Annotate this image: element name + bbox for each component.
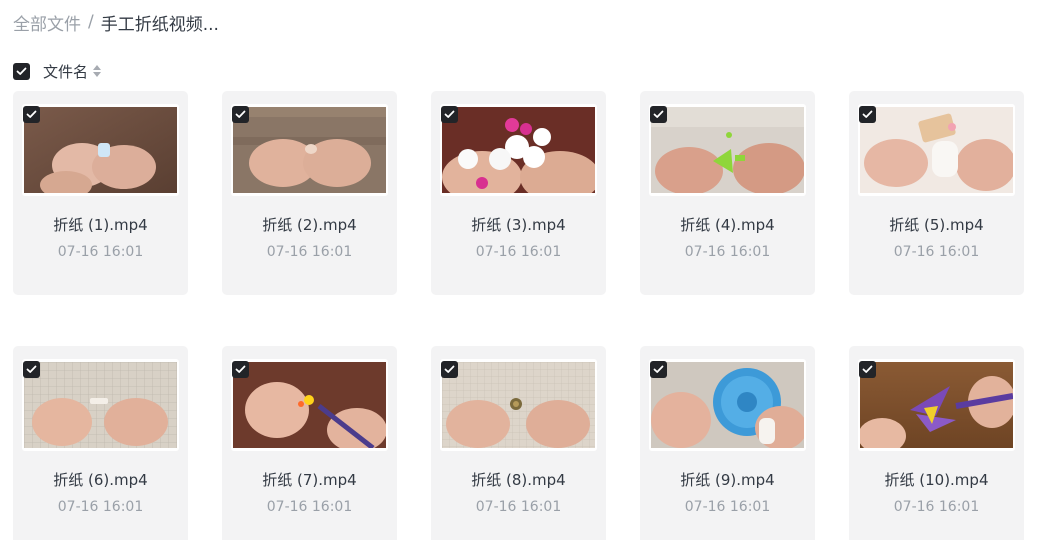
file-name: 折纸 (7).mp4 — [262, 471, 357, 489]
file-card[interactable]: 折纸 (3).mp4 07-16 16:01 — [431, 91, 606, 295]
check-icon — [444, 365, 455, 373]
file-browser-page: 全部文件 / 手工折纸视频... 文件名 折纸 (1).mp4 07-16 16… — [0, 0, 1050, 540]
video-thumbnail — [440, 359, 597, 451]
file-checkbox[interactable] — [23, 106, 40, 123]
file-checkbox[interactable] — [650, 361, 667, 378]
video-thumbnail — [649, 359, 806, 451]
file-card[interactable]: 折纸 (8).mp4 07-16 16:01 — [431, 346, 606, 540]
file-name: 折纸 (6).mp4 — [53, 471, 148, 489]
file-card[interactable]: 折纸 (4).mp4 07-16 16:01 — [640, 91, 815, 295]
file-date: 07-16 16:01 — [57, 244, 144, 260]
file-checkbox[interactable] — [650, 106, 667, 123]
video-thumbnail — [22, 104, 179, 196]
file-name: 折纸 (1).mp4 — [53, 216, 148, 234]
file-date: 07-16 16:01 — [475, 499, 562, 515]
file-checkbox[interactable] — [441, 361, 458, 378]
file-name: 折纸 (5).mp4 — [889, 216, 984, 234]
file-name: 折纸 (4).mp4 — [680, 216, 775, 234]
select-all-checkbox[interactable] — [13, 62, 30, 80]
file-checkbox[interactable] — [859, 106, 876, 123]
video-thumbnail — [858, 359, 1015, 451]
breadcrumb-root-link[interactable]: 全部文件 — [13, 10, 81, 35]
file-date: 07-16 16:01 — [475, 244, 562, 260]
file-checkbox[interactable] — [441, 106, 458, 123]
file-card[interactable]: 折纸 (7).mp4 07-16 16:01 — [222, 346, 397, 540]
file-date: 07-16 16:01 — [684, 244, 771, 260]
breadcrumb: 全部文件 / 手工折纸视频... — [13, 10, 219, 35]
file-name: 折纸 (9).mp4 — [680, 471, 775, 489]
file-card[interactable]: 折纸 (6).mp4 07-16 16:01 — [13, 346, 188, 540]
file-grid: 折纸 (1).mp4 07-16 16:01 折纸 (2).mp4 07-16 … — [13, 91, 1024, 540]
file-date: 07-16 16:01 — [266, 499, 353, 515]
file-name: 折纸 (3).mp4 — [471, 216, 566, 234]
check-icon — [235, 110, 246, 118]
video-thumbnail — [22, 359, 179, 451]
file-date: 07-16 16:01 — [266, 244, 353, 260]
file-checkbox[interactable] — [232, 361, 249, 378]
file-card[interactable]: 折纸 (1).mp4 07-16 16:01 — [13, 91, 188, 295]
file-card[interactable]: 折纸 (2).mp4 07-16 16:01 — [222, 91, 397, 295]
check-icon — [16, 67, 27, 75]
file-name: 折纸 (2).mp4 — [262, 216, 357, 234]
file-date: 07-16 16:01 — [893, 499, 980, 515]
video-thumbnail — [858, 104, 1015, 196]
file-checkbox[interactable] — [232, 106, 249, 123]
video-thumbnail — [649, 104, 806, 196]
file-card[interactable]: 折纸 (9).mp4 07-16 16:01 — [640, 346, 815, 540]
file-date: 07-16 16:01 — [684, 499, 771, 515]
check-icon — [653, 110, 664, 118]
file-card[interactable]: 折纸 (5).mp4 07-16 16:01 — [849, 91, 1024, 295]
filename-column-label: 文件名 — [43, 62, 89, 81]
check-icon — [862, 365, 873, 373]
check-icon — [26, 365, 37, 373]
file-date: 07-16 16:01 — [57, 499, 144, 515]
file-name: 折纸 (10).mp4 — [884, 471, 989, 489]
list-header: 文件名 — [13, 61, 102, 81]
file-date: 07-16 16:01 — [893, 244, 980, 260]
check-icon — [26, 110, 37, 118]
check-icon — [444, 110, 455, 118]
file-name: 折纸 (8).mp4 — [471, 471, 566, 489]
check-icon — [235, 365, 246, 373]
check-icon — [653, 365, 664, 373]
video-thumbnail — [440, 104, 597, 196]
video-thumbnail — [231, 104, 388, 196]
video-thumbnail — [231, 359, 388, 451]
breadcrumb-separator: / — [88, 12, 94, 32]
sort-icon[interactable] — [93, 65, 102, 77]
breadcrumb-current-folder: 手工折纸视频... — [100, 14, 219, 35]
file-checkbox[interactable] — [859, 361, 876, 378]
file-card[interactable]: 折纸 (10).mp4 07-16 16:01 — [849, 346, 1024, 540]
check-icon — [862, 110, 873, 118]
file-checkbox[interactable] — [23, 361, 40, 378]
